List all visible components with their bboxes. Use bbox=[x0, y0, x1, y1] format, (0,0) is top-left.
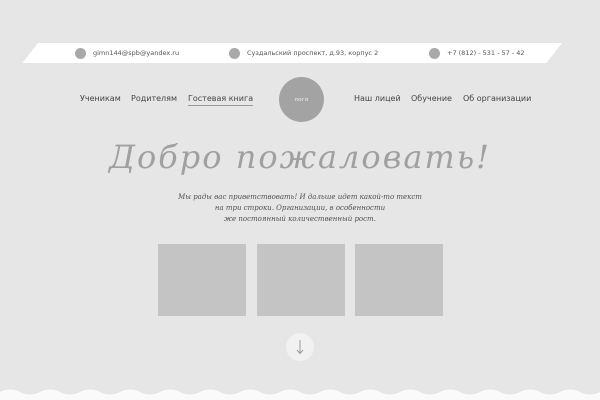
contact-phone-text: +7 (812) - 531 - 57 - 42 bbox=[447, 49, 525, 57]
nav-item-students[interactable]: Ученикам bbox=[80, 94, 121, 103]
phone-icon bbox=[429, 47, 440, 59]
location-icon bbox=[229, 47, 240, 59]
arrow-down-icon bbox=[296, 340, 304, 355]
hero-text: Мы рады вас приветствовать! И дальше иде… bbox=[150, 192, 450, 225]
hero-title: Добро пожаловать! bbox=[108, 138, 492, 176]
nav-item-parents[interactable]: Родителям bbox=[131, 94, 177, 103]
hero-text-line: на три строки. Организации, в особенност… bbox=[214, 204, 386, 212]
logo-label: лого bbox=[294, 96, 309, 103]
contact-email-text: gimn144@spb@yandex.ru bbox=[93, 49, 180, 57]
contact-bar-content: gimn144@spb@yandex.ru Суздальский проспе… bbox=[0, 43, 600, 63]
logo[interactable]: лого bbox=[279, 77, 324, 122]
nav-item-education[interactable]: Обучение bbox=[411, 94, 452, 103]
scroll-down-button[interactable] bbox=[286, 333, 314, 361]
image-placeholder-2[interactable] bbox=[257, 244, 345, 316]
nav-item-about[interactable]: Об организации bbox=[463, 94, 531, 103]
contact-email[interactable]: gimn144@spb@yandex.ru bbox=[75, 43, 179, 63]
hero-text-line: же постоянный количественный рост. bbox=[224, 215, 376, 223]
contact-phone[interactable]: +7 (812) - 531 - 57 - 42 bbox=[429, 43, 525, 63]
nav-item-our-lyceum[interactable]: Наш лицей bbox=[354, 94, 401, 103]
wave-divider bbox=[0, 389, 600, 400]
contact-address[interactable]: Суздальский проспект, д.93, корпус 2 bbox=[229, 43, 378, 63]
email-icon bbox=[75, 47, 86, 59]
hero-text-line: Мы рады вас приветствовать! И дальше иде… bbox=[178, 193, 422, 201]
image-placeholder-3[interactable] bbox=[355, 244, 443, 316]
contact-address-text: Суздальский проспект, д.93, корпус 2 bbox=[247, 49, 379, 57]
page: gimn144@spb@yandex.ru Суздальский проспе… bbox=[0, 0, 600, 400]
image-placeholder-1[interactable] bbox=[158, 244, 246, 316]
nav-item-guestbook[interactable]: Гостевая книга bbox=[188, 94, 254, 106]
